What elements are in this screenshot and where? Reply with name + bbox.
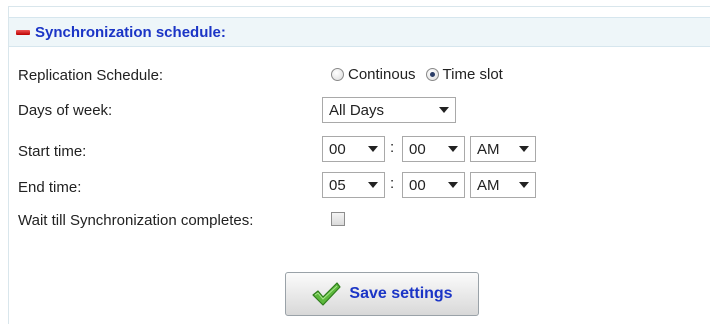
- section-title: Synchronization schedule:: [35, 23, 226, 41]
- end-hour-select[interactable]: 05: [322, 172, 385, 198]
- start-time-label: Start time:: [18, 143, 87, 160]
- start-hour-value: 00: [329, 140, 346, 158]
- chevron-down-icon: [519, 182, 529, 188]
- start-ampm-value: AM: [477, 140, 500, 158]
- chevron-down-icon: [368, 182, 378, 188]
- replication-radio-group: Continous Time slot: [331, 66, 513, 83]
- end-minute-value: 00: [409, 176, 426, 194]
- save-settings-label: Save settings: [349, 285, 453, 302]
- days-of-week-label: Days of week:: [18, 102, 113, 119]
- chevron-down-icon: [448, 146, 458, 152]
- continuous-radio-label[interactable]: Continous: [348, 66, 416, 83]
- start-ampm-select[interactable]: AM: [470, 136, 536, 162]
- start-minute-select[interactable]: 00: [402, 136, 465, 162]
- chevron-down-icon: [519, 146, 529, 152]
- start-hour-select[interactable]: 00: [322, 136, 385, 162]
- end-ampm-select[interactable]: AM: [470, 172, 536, 198]
- time-slot-radio[interactable]: [425, 68, 439, 81]
- chevron-down-icon: [439, 107, 449, 113]
- end-ampm-value: AM: [477, 176, 500, 194]
- continuous-radio[interactable]: [331, 68, 344, 81]
- wait-sync-label: Wait till Synchronization completes:: [18, 212, 254, 229]
- end-time-label: End time:: [18, 179, 82, 196]
- time-slot-radio-label[interactable]: Time slot: [443, 66, 503, 83]
- save-settings-button[interactable]: Save settings: [285, 272, 479, 316]
- start-time-separator: :: [390, 139, 395, 156]
- collapse-icon[interactable]: [16, 29, 30, 35]
- frame-top-border: [8, 6, 710, 7]
- days-of-week-value: All Days: [329, 101, 385, 119]
- end-time-separator: :: [390, 175, 395, 192]
- chevron-down-icon: [448, 182, 458, 188]
- start-minute-value: 00: [409, 140, 426, 158]
- checkmark-icon: [312, 282, 342, 306]
- section-header[interactable]: Synchronization schedule:: [9, 17, 710, 47]
- end-hour-value: 05: [329, 176, 346, 194]
- days-of-week-select[interactable]: All Days: [322, 97, 456, 123]
- frame-left-border: [8, 6, 9, 324]
- wait-sync-checkbox[interactable]: [331, 212, 345, 226]
- end-minute-select[interactable]: 00: [402, 172, 465, 198]
- replication-schedule-label: Replication Schedule:: [18, 67, 164, 84]
- chevron-down-icon: [368, 146, 378, 152]
